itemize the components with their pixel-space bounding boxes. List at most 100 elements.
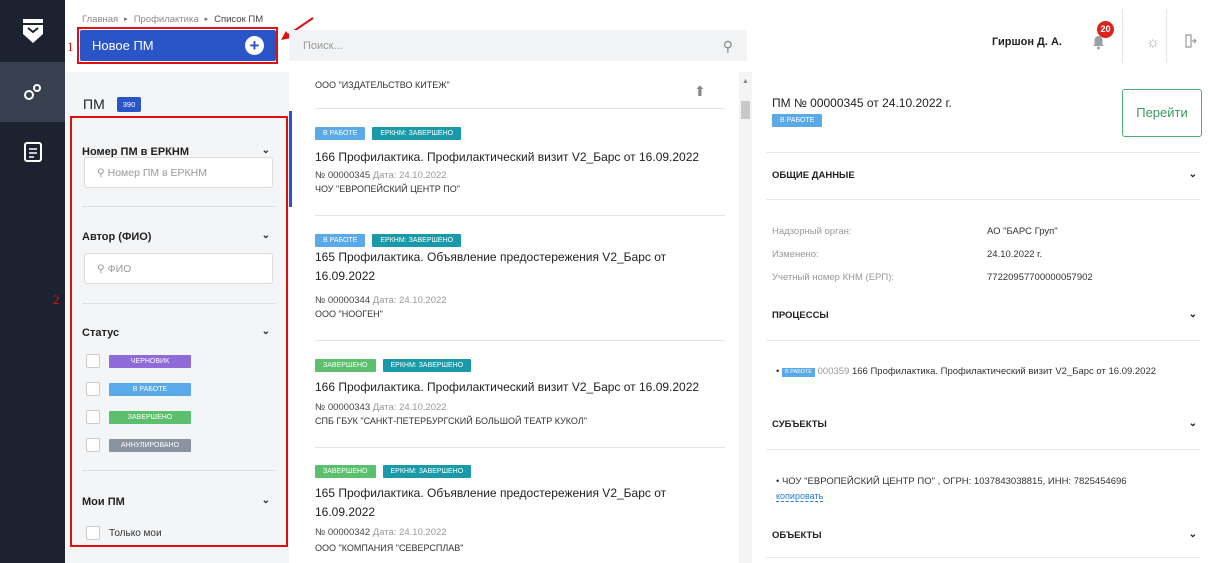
nav-settings-item[interactable] bbox=[0, 62, 65, 122]
gear-icon[interactable]: ☼ bbox=[1146, 34, 1160, 51]
detail-value: 24.10.2022 г. bbox=[987, 249, 1043, 260]
nav-documents-item[interactable] bbox=[0, 122, 65, 182]
list-item-date-label: Дата: bbox=[372, 295, 397, 306]
status-badge: ЗАВЕРШЕНО bbox=[315, 359, 376, 372]
search-placeholder: Поиск... bbox=[303, 40, 343, 52]
header-divider bbox=[1122, 10, 1123, 62]
gears-icon bbox=[23, 84, 41, 100]
detail-title: ПМ № 00000345 от 24.10.2022 г. bbox=[772, 96, 952, 110]
list-item-org: ООО "КОМПАНИЯ "СЕВЕРСПЛАВ" bbox=[315, 543, 464, 553]
shield-logo-icon bbox=[22, 19, 43, 43]
copy-link[interactable]: копировать bbox=[776, 491, 824, 502]
list-item-date-label: Дата: bbox=[372, 527, 397, 538]
list-item-tags: ЗАВЕРШЕНО ЕРКНМ: ЗАВЕРШЕНО bbox=[315, 465, 472, 478]
objects-label: ОБЪЕКТЫ bbox=[772, 530, 822, 541]
list-item-number: № 00000344 bbox=[315, 295, 371, 306]
list-item-date: 24.10.2022 bbox=[399, 402, 447, 413]
detail-divider bbox=[766, 557, 1200, 558]
list-item-org: СПБ ГБУК "САНКТ-ПЕТЕРБУРГСКИЙ БОЛЬШОЙ ТЕ… bbox=[315, 416, 587, 426]
bell-icon[interactable] bbox=[1092, 35, 1105, 55]
annotation-label-2: 2 bbox=[53, 292, 60, 307]
breadcrumb-separator-icon: ▸ bbox=[124, 16, 128, 23]
list-item[interactable]: В РАБОТЕ ЕРКНМ: ЗАВЕРШЕНО 166 Профилакти… bbox=[289, 111, 739, 215]
objects-header[interactable]: ОБЪЕКТЫ ⌄ bbox=[772, 529, 1197, 541]
list-item[interactable]: ЗАВЕРШЕНО ЕРКНМ: ЗАВЕРШЕНО 165 Профилакт… bbox=[289, 450, 739, 563]
list-item-title: 165 Профилактика. Объявление предостереж… bbox=[315, 486, 667, 519]
scrollbar-thumb[interactable] bbox=[741, 101, 750, 119]
subjects-header[interactable]: СУБЪЕКТЫ ⌄ bbox=[772, 418, 1197, 430]
list-item-date-label: Дата: bbox=[372, 402, 397, 413]
list-item-meta: № 00000344 Дата: 24.10.2022 bbox=[315, 295, 447, 306]
breadcrumb-separator-icon: ▸ bbox=[204, 16, 209, 23]
list-item[interactable]: В РАБОТЕ ЕРКНМ: ЗАВЕРШЕНО 165 Профилакти… bbox=[289, 218, 739, 340]
app-sidebar bbox=[0, 0, 65, 563]
subjects-label: СУБЪЕКТЫ bbox=[772, 419, 827, 430]
general-data-header[interactable]: ОБЩИЕ ДАННЫЕ ⌄ bbox=[772, 169, 1197, 181]
goto-button[interactable]: Перейти bbox=[1122, 89, 1202, 137]
list-item-number: № 00000342 bbox=[315, 527, 371, 538]
scroll-top-icon[interactable]: ⬆ bbox=[694, 83, 706, 100]
list-item-date: 24.10.2022 bbox=[399, 527, 447, 538]
subject-text: ЧОУ "ЕВРОПЕЙСКИЙ ЦЕНТР ПО" , ОГРН: 10378… bbox=[781, 476, 1127, 487]
process-status-badge: В РАБОТЕ bbox=[781, 368, 815, 377]
status-badge: ЗАВЕРШЕНО bbox=[315, 465, 376, 478]
list-item-org: ООО "ИЗДАТЕЛЬСТВО КИТЕЖ" bbox=[315, 80, 450, 90]
detail-key: Учетный номер КНМ (ЕРП): bbox=[772, 272, 895, 283]
list-scrollbar[interactable] bbox=[739, 72, 752, 563]
notification-badge: 20 bbox=[1097, 21, 1114, 38]
chevron-down-icon[interactable]: ⌄ bbox=[1189, 169, 1197, 180]
scroll-up-icon[interactable]: ▲ bbox=[742, 78, 749, 85]
search-input[interactable]: Поиск... ⚲ bbox=[289, 30, 747, 61]
logout-icon[interactable] bbox=[1185, 34, 1197, 51]
chevron-down-icon[interactable]: ⌄ bbox=[1189, 309, 1197, 320]
list-item-meta: № 00000342 Дата: 24.10.2022 bbox=[315, 527, 447, 538]
search-icon[interactable]: ⚲ bbox=[723, 38, 733, 55]
list-item-tags: В РАБОТЕ ЕРКНМ: ЗАВЕРШЕНО bbox=[315, 234, 462, 247]
list-item-title: 165 Профилактика. Объявление предостереж… bbox=[315, 250, 667, 283]
list-divider bbox=[315, 215, 725, 216]
list-item-date-label: Дата: bbox=[372, 170, 397, 181]
detail-divider bbox=[766, 449, 1200, 450]
processes-label: ПРОЦЕССЫ bbox=[772, 310, 829, 321]
list-item-meta: № 00000343 Дата: 24.10.2022 bbox=[315, 402, 447, 413]
list-divider bbox=[315, 447, 725, 448]
process-number: 000359 bbox=[817, 366, 850, 377]
list-divider bbox=[315, 340, 725, 341]
app-logo[interactable] bbox=[0, 0, 65, 62]
pm-panel-title: ПМ bbox=[83, 96, 105, 112]
chevron-down-icon[interactable]: ⌄ bbox=[1189, 418, 1197, 429]
process-item[interactable]: • В РАБОТЕ 000359 166 Профилактика. Проф… bbox=[776, 365, 1176, 379]
list-item-tags: ЗАВЕРШЕНО ЕРКНМ: ЗАВЕРШЕНО bbox=[315, 359, 472, 372]
detail-value: 77220957700000057902 bbox=[987, 272, 1093, 283]
general-data-label: ОБЩИЕ ДАННЫЕ bbox=[772, 170, 855, 181]
subject-item: • ЧОУ "ЕВРОПЕЙСКИЙ ЦЕНТР ПО" , ОГРН: 103… bbox=[776, 476, 1127, 502]
status-badge: В РАБОТЕ bbox=[315, 234, 366, 247]
list-item-title: 166 Профилактика. Профилактический визит… bbox=[315, 150, 700, 164]
list-item-tags: В РАБОТЕ ЕРКНМ: ЗАВЕРШЕНО bbox=[315, 127, 462, 140]
annotation-box-2 bbox=[70, 116, 288, 547]
processes-header[interactable]: ПРОЦЕССЫ ⌄ bbox=[772, 309, 1197, 321]
detail-divider bbox=[766, 152, 1200, 153]
process-text: 166 Профилактика. Профилактический визит… bbox=[851, 366, 1157, 377]
detail-key: Изменено: bbox=[772, 249, 819, 260]
breadcrumb-item-home[interactable]: Главная bbox=[82, 14, 118, 26]
detail-divider bbox=[766, 340, 1200, 341]
erknm-badge: ЕРКНМ: ЗАВЕРШЕНО bbox=[372, 127, 462, 140]
erknm-badge: ЕРКНМ: ЗАВЕРШЕНО bbox=[382, 359, 472, 372]
chevron-down-icon[interactable]: ⌄ bbox=[1189, 529, 1197, 540]
annotation-label-1: 1 bbox=[67, 39, 74, 54]
list-item-org: ЧОУ "ЕВРОПЕЙСКИЙ ЦЕНТР ПО" bbox=[315, 184, 460, 194]
erknm-badge: ЕРКНМ: ЗАВЕРШЕНО bbox=[382, 465, 472, 478]
list-item-number: № 00000343 bbox=[315, 402, 371, 413]
document-list-icon bbox=[23, 142, 42, 162]
breadcrumb-item-current: Список ПМ bbox=[214, 14, 264, 25]
list-item-date: 24.10.2022 bbox=[399, 295, 447, 306]
list-divider bbox=[315, 108, 725, 109]
list-item[interactable]: ЗАВЕРШЕНО ЕРКНМ: ЗАВЕРШЕНО 166 Профилакт… bbox=[289, 343, 739, 447]
list-item-number: № 00000345 bbox=[315, 170, 371, 181]
breadcrumb-item-prevention[interactable]: Профилактика bbox=[134, 14, 199, 26]
user-name[interactable]: Гиршон Д. А. bbox=[992, 36, 1062, 48]
detail-status-badge: В РАБОТЕ bbox=[772, 114, 823, 127]
detail-divider bbox=[766, 199, 1200, 200]
list-item-meta: № 00000345 Дата: 24.10.2022 bbox=[315, 170, 447, 181]
